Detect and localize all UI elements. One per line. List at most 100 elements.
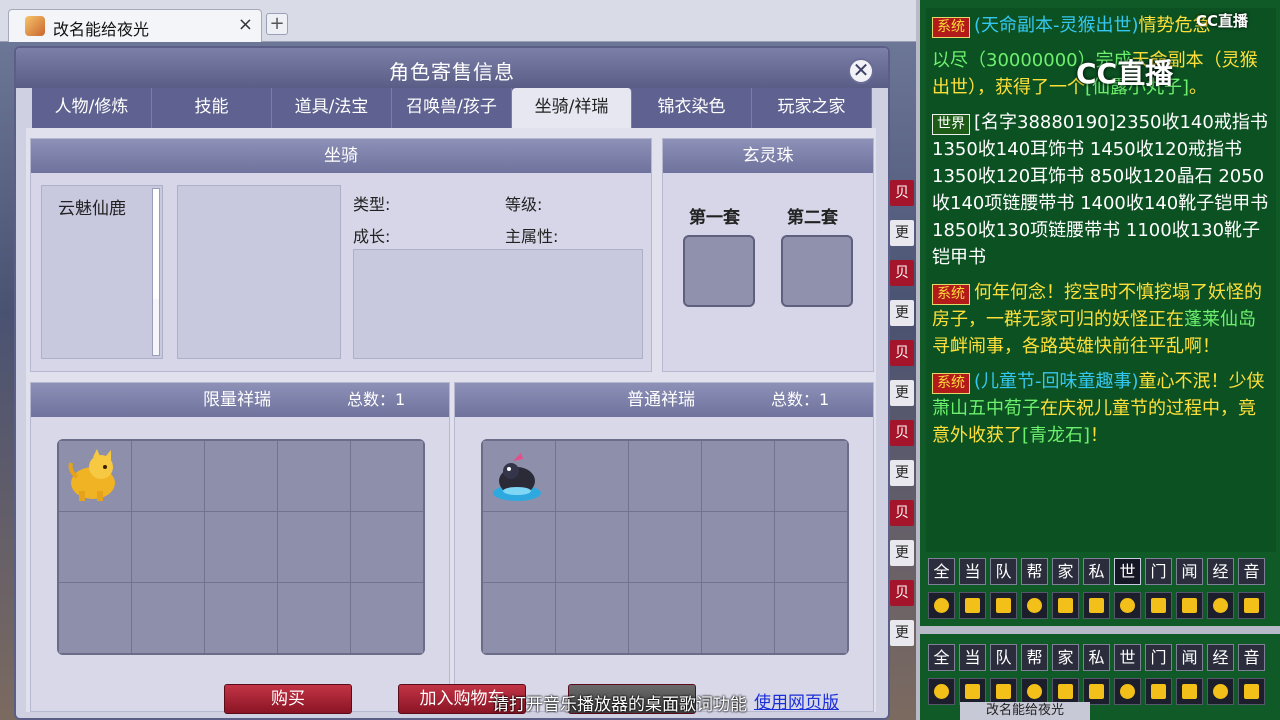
item-slot[interactable] [702,512,774,582]
channel-button[interactable]: 家 [1052,558,1079,585]
item-slot[interactable] [351,512,423,582]
channel-button[interactable]: 世 [1114,644,1141,671]
search-icon[interactable] [1021,592,1048,619]
side-button[interactable]: 更 [890,220,914,246]
chat-bubble-icon[interactable] [1207,678,1234,705]
up-arrow-icon[interactable] [959,592,986,619]
mount-list-item[interactable]: 云魅仙鹿 [42,186,162,219]
item-slot[interactable] [59,441,131,511]
side-button[interactable]: 贝 [890,580,914,606]
item-slot[interactable] [132,583,204,653]
channel-button[interactable]: 音 [1238,644,1265,671]
channel-button[interactable]: 队 [990,644,1017,671]
channel-button[interactable]: 私 [1083,558,1110,585]
mount-list-scrollbar[interactable] [152,188,160,356]
channel-button[interactable]: 当 [959,644,986,671]
item-slot[interactable] [351,441,423,511]
tab-0[interactable]: 人物/修炼 [32,88,152,128]
channel-button[interactable]: 经 [1207,558,1234,585]
item-slot[interactable] [702,441,774,511]
side-button[interactable]: 贝 [890,340,914,366]
close-tab-icon[interactable]: × [238,14,253,35]
down-arrow-icon[interactable] [990,592,1017,619]
item-slot[interactable] [205,583,277,653]
channel-button[interactable]: 全 [928,644,955,671]
side-button[interactable]: 贝 [890,500,914,526]
channel-button[interactable]: 门 [1145,558,1172,585]
golden-tiger-pet-icon[interactable] [63,447,123,505]
lock-icon[interactable] [1114,678,1141,705]
item-slot[interactable] [483,583,555,653]
note-icon[interactable] [1052,678,1079,705]
item-slot[interactable] [629,512,701,582]
note-icon[interactable] [1052,592,1079,619]
item-slot[interactable] [59,583,131,653]
item-slot[interactable] [278,583,350,653]
item-slot[interactable] [556,512,628,582]
tab-4[interactable]: 坐骑/祥瑞 [512,88,632,128]
channel-button[interactable]: 当 [959,558,986,585]
orb-set-2-slot[interactable] [781,235,853,307]
item-slot[interactable] [629,441,701,511]
channel-button[interactable]: 帮 [1021,558,1048,585]
tab-2[interactable]: 道具/法宝 [272,88,392,128]
side-button[interactable]: 贝 [890,260,914,286]
group-icon[interactable] [1083,592,1110,619]
lock-icon[interactable] [1114,592,1141,619]
item-slot[interactable] [775,512,847,582]
item-slot[interactable] [278,512,350,582]
channel-button[interactable]: 门 [1145,644,1172,671]
web-version-link[interactable]: 使用网页版 [754,688,839,713]
channel-button[interactable]: 全 [928,558,955,585]
item-slot[interactable] [483,512,555,582]
tab-3[interactable]: 召唤兽/孩子 [392,88,512,128]
group-icon[interactable] [1083,678,1110,705]
channel-button[interactable]: 世 [1114,558,1141,585]
scrollbar-thumb[interactable] [153,189,159,299]
item-slot[interactable] [775,583,847,653]
window-tab[interactable]: 改名能给夜光 × [8,9,262,42]
side-button[interactable]: 贝 [890,180,914,206]
chat-bubble-icon[interactable] [1207,592,1234,619]
close-icon[interactable]: ✕ [848,58,874,84]
channel-button[interactable]: 经 [1207,644,1234,671]
item-slot[interactable] [278,441,350,511]
search-icon[interactable] [1021,678,1048,705]
item-slot[interactable] [59,512,131,582]
orb-set-1-slot[interactable] [683,235,755,307]
channel-button[interactable]: 闻 [1176,558,1203,585]
item-slot[interactable] [205,441,277,511]
list-icon[interactable] [1238,678,1265,705]
side-button[interactable]: 更 [890,460,914,486]
side-button[interactable]: 更 [890,620,914,646]
item-slot[interactable] [629,583,701,653]
left-arrow-icon[interactable] [928,678,955,705]
item-slot[interactable] [556,583,628,653]
item-slot[interactable] [205,512,277,582]
item-slot[interactable] [702,583,774,653]
item-slot[interactable] [132,512,204,582]
side-button[interactable]: 贝 [890,420,914,446]
black-bird-pet-icon[interactable] [487,447,547,505]
brush-icon[interactable] [1145,678,1172,705]
item-slot[interactable] [351,583,423,653]
item-slot[interactable] [132,441,204,511]
side-button[interactable]: 更 [890,380,914,406]
tab-1[interactable]: 技能 [152,88,272,128]
channel-button[interactable]: 音 [1238,558,1265,585]
channel-button[interactable]: 私 [1083,644,1110,671]
folder-icon[interactable] [1176,592,1203,619]
down-arrow-icon[interactable] [990,678,1017,705]
left-arrow-icon[interactable] [928,592,955,619]
brush-icon[interactable] [1145,592,1172,619]
tab-5[interactable]: 锦衣染色 [632,88,752,128]
item-slot[interactable] [775,441,847,511]
side-button[interactable]: 更 [890,300,914,326]
tab-6[interactable]: 玩家之家 [752,88,872,128]
side-button[interactable]: 更 [890,540,914,566]
channel-button[interactable]: 闻 [1176,644,1203,671]
list-icon[interactable] [1238,592,1265,619]
channel-button[interactable]: 队 [990,558,1017,585]
item-slot[interactable] [556,441,628,511]
channel-button[interactable]: 帮 [1021,644,1048,671]
